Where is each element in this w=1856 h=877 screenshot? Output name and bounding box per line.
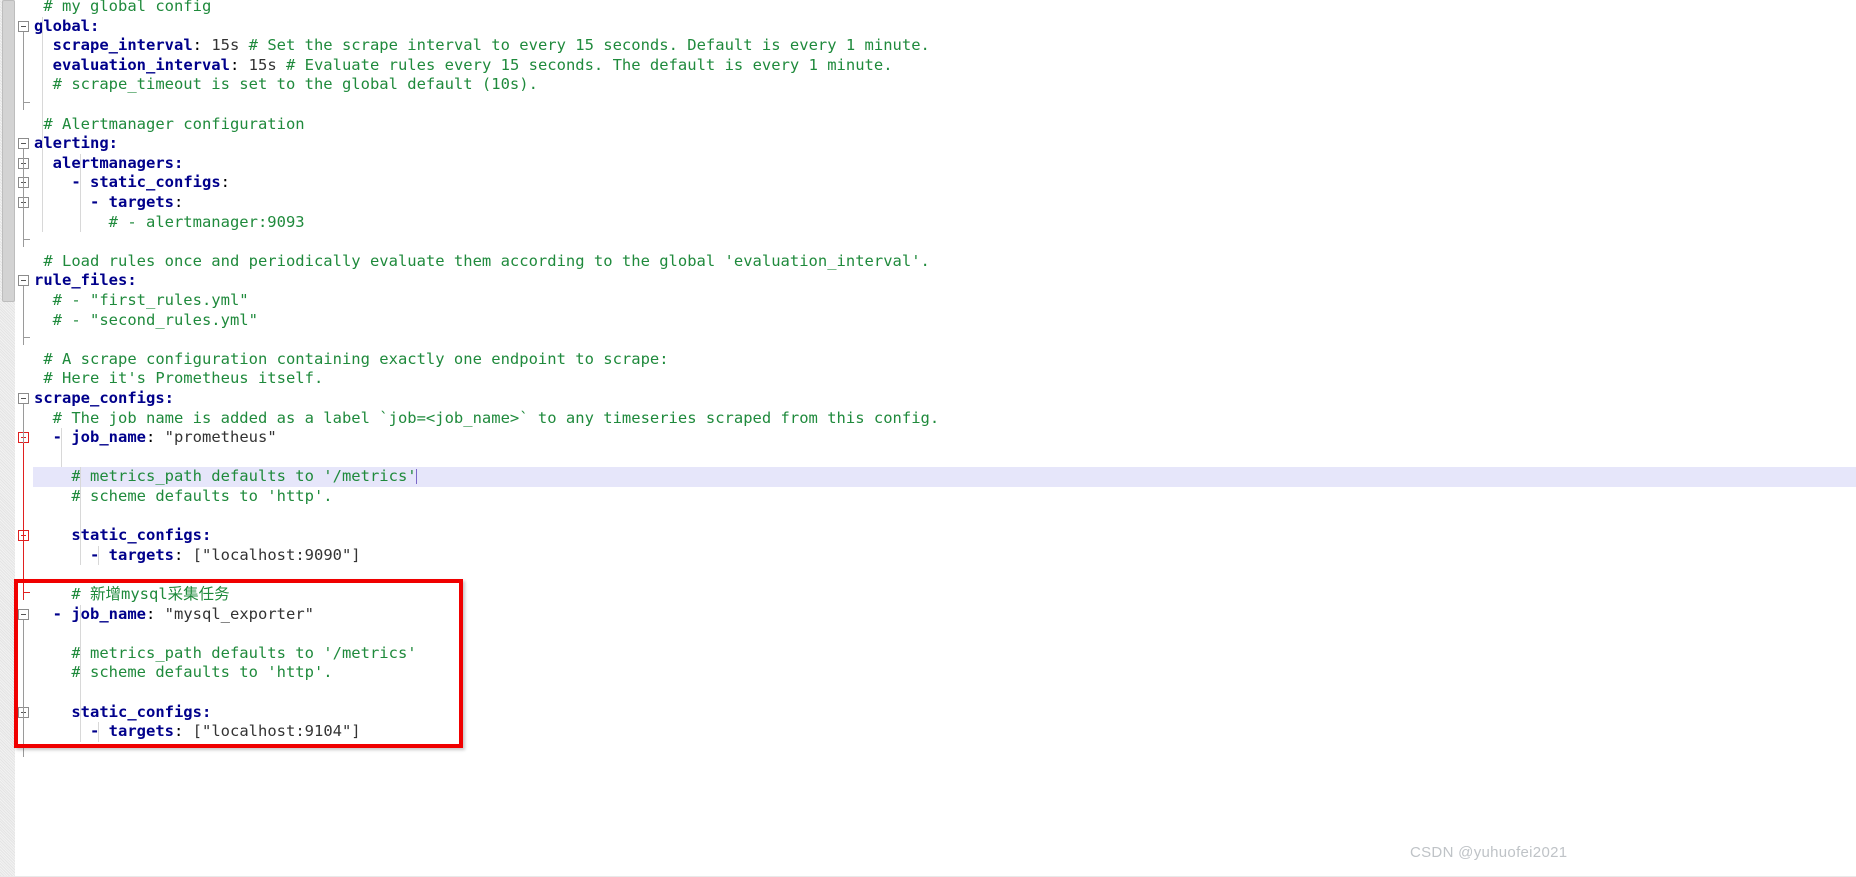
fold-range-end bbox=[23, 585, 30, 593]
code-line[interactable]: rule_files: bbox=[33, 271, 1856, 291]
indent-guide bbox=[98, 722, 100, 742]
code-line[interactable]: # scheme defaults to 'http'. bbox=[33, 663, 1856, 683]
code-line[interactable]: scrape_configs: bbox=[33, 389, 1856, 409]
indent-guide bbox=[79, 153, 81, 233]
code-line[interactable]: static_configs: bbox=[33, 526, 1856, 546]
code-line[interactable]: # - alertmanager:9093 bbox=[33, 213, 1856, 233]
code-line[interactable]: alerting: bbox=[33, 134, 1856, 154]
code-editor: # my global config global: scrape_interva… bbox=[0, 0, 1856, 877]
fold-toggle-icon[interactable] bbox=[18, 608, 29, 620]
fold-range-line bbox=[23, 443, 24, 600]
vertical-scrollbar[interactable] bbox=[0, 0, 16, 877]
code-line[interactable]: # metrics_path defaults to '/metrics' bbox=[33, 467, 1856, 487]
code-line[interactable]: alertmanagers: bbox=[33, 154, 1856, 174]
code-line[interactable] bbox=[33, 95, 1856, 115]
code-line[interactable] bbox=[33, 330, 1856, 350]
indent-guide bbox=[79, 604, 81, 742]
code-line[interactable] bbox=[33, 507, 1856, 527]
code-line[interactable]: # scrape_timeout is set to the global de… bbox=[33, 75, 1856, 95]
code-line[interactable]: - static_configs: bbox=[33, 173, 1856, 193]
code-line[interactable]: # - "first_rules.yml" bbox=[33, 291, 1856, 311]
fold-range-end bbox=[23, 232, 30, 241]
code-line[interactable] bbox=[33, 683, 1856, 703]
code-line[interactable]: - targets: bbox=[33, 193, 1856, 213]
code-line[interactable]: - job_name: "mysql_exporter" bbox=[33, 605, 1856, 625]
indent-guide bbox=[98, 545, 100, 566]
code-line[interactable]: # A scrape configuration containing exac… bbox=[33, 350, 1856, 370]
fold-range-end bbox=[23, 330, 30, 339]
code-line[interactable]: # Alertmanager configuration bbox=[33, 115, 1856, 135]
code-line[interactable]: global: bbox=[33, 17, 1856, 37]
indent-guide bbox=[79, 467, 81, 566]
code-line[interactable]: - job_name: "prometheus" bbox=[33, 428, 1856, 448]
fold-range-line bbox=[23, 404, 24, 444]
fold-toggle-icon[interactable] bbox=[18, 20, 29, 32]
fold-toggle-icon[interactable] bbox=[18, 393, 29, 404]
code-line[interactable]: scrape_interval: 15s # Set the scrape in… bbox=[33, 36, 1856, 56]
code-line[interactable]: # The job name is added as a label `job=… bbox=[33, 409, 1856, 429]
indent-guide bbox=[60, 428, 62, 468]
fold-range-line bbox=[23, 717, 24, 757]
text-cursor bbox=[415, 469, 417, 485]
code-line[interactable]: # - "second_rules.yml" bbox=[33, 311, 1856, 331]
fold-gutter[interactable] bbox=[15, 0, 33, 877]
code-line[interactable]: # 新增mysql采集任务 bbox=[33, 585, 1856, 605]
code-line[interactable]: # Load rules once and periodically evalu… bbox=[33, 252, 1856, 272]
code-line[interactable]: # my global config bbox=[33, 0, 1856, 17]
fold-range-end bbox=[23, 95, 30, 103]
code-line[interactable] bbox=[33, 232, 1856, 252]
code-line[interactable]: # scheme defaults to 'http'. bbox=[33, 487, 1856, 507]
code-line[interactable] bbox=[33, 448, 1856, 468]
code-line[interactable] bbox=[33, 624, 1856, 644]
code-line[interactable]: evaluation_interval: 15s # Evaluate rule… bbox=[33, 56, 1856, 76]
code-area[interactable]: # my global config global: scrape_interva… bbox=[33, 0, 1856, 877]
watermark-label: CSDN @yuhuofei2021 bbox=[1410, 844, 1568, 861]
indent-guide bbox=[42, 16, 44, 233]
code-line[interactable]: - targets: ["localhost:9104"] bbox=[33, 722, 1856, 742]
code-line[interactable]: static_configs: bbox=[33, 703, 1856, 723]
code-line[interactable]: # metrics_path defaults to '/metrics' bbox=[33, 644, 1856, 664]
code-line[interactable]: # Here it's Prometheus itself. bbox=[33, 369, 1856, 389]
code-line[interactable]: - targets: ["localhost:9090"] bbox=[33, 546, 1856, 566]
code-line[interactable] bbox=[33, 565, 1856, 585]
fold-toggle-icon[interactable] bbox=[18, 275, 29, 287]
fold-toggle-icon[interactable] bbox=[18, 138, 29, 150]
scrollbar-thumb[interactable] bbox=[2, 0, 15, 302]
